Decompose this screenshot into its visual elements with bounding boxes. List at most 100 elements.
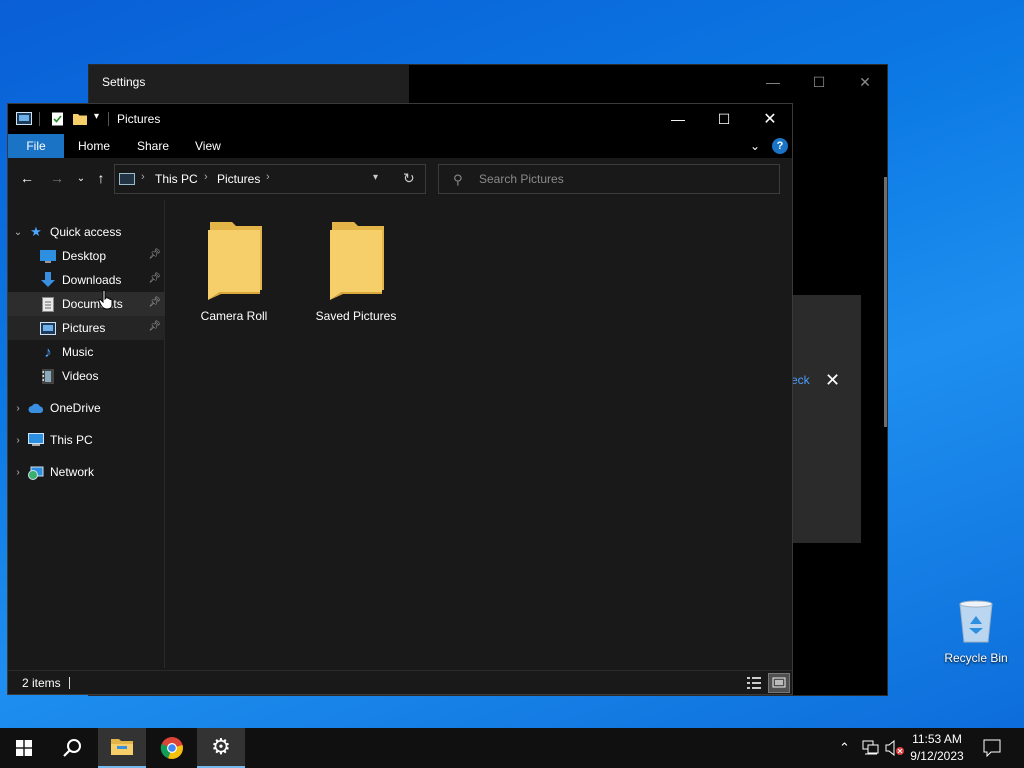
settings-close-button[interactable]: ✕ [842,71,888,93]
explorer-window[interactable]: ▾ Pictures — ☐ ✕ File Home Share View ⌄ … [7,103,793,695]
sidebar-item-label: Desktop [62,249,107,263]
item-count: 2 items [22,676,61,690]
search-input[interactable] [479,165,769,193]
start-button[interactable] [0,728,48,768]
pin-icon[interactable]: 📌︎ [148,249,161,260]
navigation-bar: ← → ⌄ ↑ › This PC › Pictures › ▾ ↻ ⚲ [8,158,792,200]
recycle-bin[interactable]: Recycle Bin [940,600,1012,670]
video-film-icon [40,368,56,384]
pictures-icon [40,320,56,336]
tab-file[interactable]: File [8,134,64,158]
window-icon [16,112,32,125]
network-icon[interactable] [862,740,880,756]
details-view-icon[interactable] [746,676,762,690]
large-icons-view-icon[interactable] [768,673,790,693]
settings-panel-close-icon[interactable]: ✕ [825,370,840,391]
recent-locations-chevron-icon[interactable]: ⌄ [72,173,90,184]
sidebar-item-documents[interactable]: Documents 📌︎ [8,292,165,316]
address-bar[interactable]: › This PC › Pictures › ▾ ↻ [114,164,426,194]
search-box[interactable]: ⚲ [438,164,780,194]
taskbar-chrome[interactable] [148,728,196,768]
hand-cursor-icon [99,290,113,310]
sidebar-item-music[interactable]: ♪ Music [8,340,165,364]
navigation-pane: ⌄ ★ Quick access Desktop 📌︎ Downloads 📌︎… [8,200,165,668]
tab-share[interactable]: Share [123,134,183,158]
taskbar: ⚙ ⌃ 11:53 AM 9/12/2023 [0,728,1024,768]
recycle-bin-icon [959,600,993,643]
pin-icon[interactable]: 📌︎ [148,297,161,308]
properties-icon[interactable] [50,112,66,126]
sidebar-item-label: Music [62,345,94,359]
clock-date: 9/12/2023 [910,749,964,763]
pin-icon[interactable]: 📌︎ [148,321,161,332]
taskbar-settings[interactable]: ⚙ [197,728,245,768]
folder-label: Saved Pictures [315,309,397,323]
volume-muted-icon[interactable] [885,740,905,756]
sidebar-item-onedrive[interactable]: › OneDrive [8,396,165,420]
expand-ribbon-chevron-icon[interactable]: ⌄ [750,139,760,153]
folder-camera-roll[interactable]: Camera Roll [178,220,278,330]
collapsed-chevron-icon[interactable]: › [8,435,28,446]
status-divider [69,677,70,689]
search-button[interactable] [48,728,96,768]
breadcrumb-this-pc[interactable]: This PC [155,172,198,186]
customize-toolbar-chevron-icon[interactable]: ▾ [94,111,99,122]
settings-maximize-button[interactable]: ☐ [796,71,842,93]
refresh-icon[interactable]: ↻ [403,170,415,187]
pictures-location-icon [119,173,135,185]
breadcrumb-separator-icon[interactable]: › [266,171,270,183]
minimize-button[interactable]: — [655,104,701,134]
collapsed-chevron-icon[interactable]: › [8,403,28,414]
folder-icon [330,222,384,300]
search-icon [63,739,81,757]
cloud-icon [28,400,44,416]
address-dropdown-chevron-icon[interactable]: ▾ [373,172,378,183]
titlebar-divider [108,112,109,126]
clock[interactable]: 11:53 AM 9/12/2023 [906,731,968,765]
download-arrow-icon [40,272,56,288]
expanded-chevron-icon[interactable]: ⌄ [8,227,28,238]
close-button[interactable]: ✕ [747,104,793,134]
sidebar-item-downloads[interactable]: Downloads 📌︎ [8,268,165,292]
settings-scrollbar[interactable] [884,177,887,427]
sidebar-item-label: OneDrive [50,401,101,415]
sidebar-item-quick-access[interactable]: ⌄ ★ Quick access [8,220,165,244]
sidebar-item-desktop[interactable]: Desktop 📌︎ [8,244,165,268]
folder-saved-pictures[interactable]: Saved Pictures [300,220,400,330]
breadcrumb-pictures[interactable]: Pictures [217,172,260,186]
sidebar-item-label: Videos [62,369,99,383]
up-arrow-icon[interactable]: ↑ [92,170,110,186]
search-icon: ⚲ [453,172,463,187]
sidebar-item-network[interactable]: › Network [8,460,165,484]
explorer-titlebar[interactable]: ▾ Pictures — ☐ ✕ [8,104,792,134]
tab-home[interactable]: Home [64,134,124,158]
show-hidden-icons-chevron-icon[interactable]: ⌃ [839,740,850,756]
window-title: Pictures [117,112,161,126]
breadcrumb-separator-icon[interactable]: › [204,171,208,183]
folder-icon [208,222,262,300]
sidebar-item-videos[interactable]: Videos [8,364,165,388]
sidebar-item-pictures[interactable]: Pictures 📌︎ [8,316,165,340]
computer-icon [28,432,44,448]
breadcrumb-separator-icon[interactable]: › [141,171,145,183]
sidebar-item-label: Pictures [62,321,106,335]
new-folder-icon[interactable] [72,112,88,126]
desktop-icon [40,248,56,264]
settings-panel-link[interactable]: eck [791,373,810,387]
maximize-button[interactable]: ☐ [701,104,747,134]
file-list[interactable]: Camera Roll Saved Pictures [166,200,792,668]
tab-view[interactable]: View [181,134,235,158]
settings-minimize-button[interactable]: — [750,71,796,93]
windows-logo-icon [16,740,32,756]
help-icon[interactable]: ? [772,138,788,154]
collapsed-chevron-icon[interactable]: › [8,467,28,478]
pin-icon[interactable]: 📌︎ [148,273,161,284]
ribbon-tabs: File Home Share View ⌄ ? [8,134,792,158]
back-arrow-icon[interactable]: ← [18,170,36,186]
taskbar-file-explorer[interactable] [98,728,146,768]
sidebar-item-label: Network [50,465,95,479]
sidebar-item-this-pc[interactable]: › This PC [8,428,165,452]
sidebar-item-label: Downloads [62,273,122,287]
action-center-icon[interactable] [983,739,1001,757]
forward-arrow-icon[interactable]: → [48,170,66,186]
